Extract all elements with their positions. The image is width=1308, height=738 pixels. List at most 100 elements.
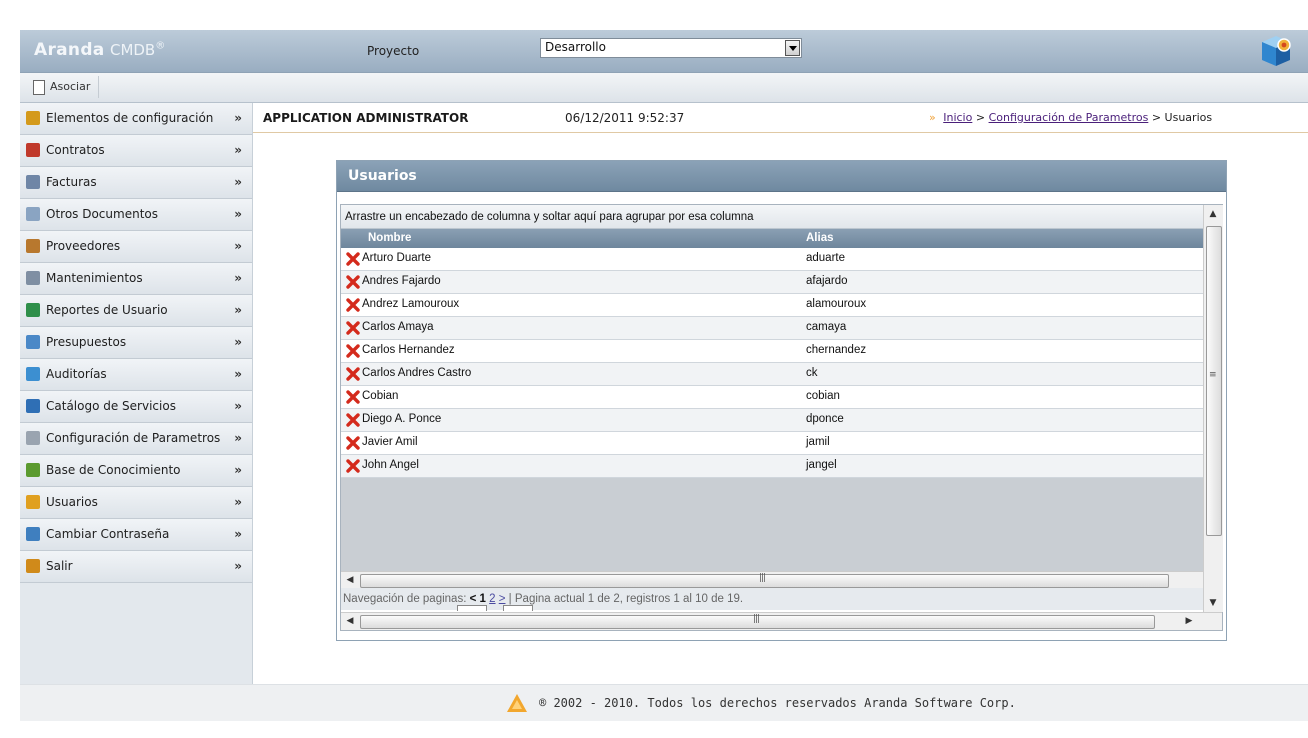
sidebar-item-label: Usuarios bbox=[46, 495, 98, 509]
chevron-down-icon[interactable]: » bbox=[234, 295, 242, 326]
delete-icon[interactable] bbox=[346, 252, 360, 266]
group-by-drop-zone[interactable]: Arrastre un encabezado de columna y solt… bbox=[341, 205, 1203, 229]
chevron-down-icon[interactable]: » bbox=[234, 167, 242, 198]
contract-pen-icon bbox=[26, 143, 40, 157]
delete-icon[interactable] bbox=[346, 436, 360, 450]
grid-vertical-scrollbar[interactable]: ▲ ≡ ▼ bbox=[1203, 205, 1223, 612]
chevron-down-icon[interactable]: » bbox=[234, 327, 242, 358]
scroll-right-icon[interactable]: ▶ bbox=[1181, 613, 1197, 629]
chevron-down-icon[interactable]: » bbox=[234, 359, 242, 390]
sidebar-item-presupuestos[interactable]: Presupuestos » bbox=[20, 327, 252, 359]
current-user: APPLICATION ADMINISTRATOR bbox=[263, 111, 469, 125]
sidebar-item-contratos[interactable]: Contratos » bbox=[20, 135, 252, 167]
chevron-down-icon[interactable]: » bbox=[234, 519, 242, 550]
delete-icon[interactable] bbox=[346, 390, 360, 404]
panel-horizontal-scrollbar[interactable]: ◀ ||| ▶ bbox=[341, 612, 1222, 630]
pager-next[interactable]: > bbox=[499, 593, 506, 605]
sidebar-item-configuracion-parametros[interactable]: Configuración de Parametros » bbox=[20, 423, 252, 455]
table-row[interactable]: Cobian cobian bbox=[341, 386, 1203, 409]
service-catalog-icon bbox=[26, 399, 40, 413]
sidebar-item-otros-documentos[interactable]: Otros Documentos » bbox=[20, 199, 252, 231]
delete-icon[interactable] bbox=[346, 459, 360, 473]
sidebar-item-elementos-configuracion[interactable]: Elementos de configuración » bbox=[20, 103, 252, 135]
aranda-logo-icon bbox=[507, 694, 527, 712]
table-row[interactable]: Javier Amil jamil bbox=[341, 432, 1203, 455]
sidebar-item-usuarios[interactable]: Usuarios » bbox=[20, 487, 252, 519]
chevron-down-icon[interactable]: » bbox=[234, 487, 242, 518]
breadcrumb: » Inicio > Configuración de Parametros >… bbox=[929, 111, 1212, 124]
asociar-label: Asociar bbox=[50, 80, 91, 93]
page-goto-input[interactable] bbox=[503, 605, 533, 611]
table-row[interactable]: Carlos Hernandez chernandez bbox=[341, 340, 1203, 363]
sidebar-item-cambiar-contrasena[interactable]: Cambiar Contraseña » bbox=[20, 519, 252, 551]
project-select-value: Desarrollo bbox=[545, 40, 606, 54]
scroll-left-icon[interactable]: ◀ bbox=[342, 613, 358, 629]
sidebar-item-base-conocimiento[interactable]: Base de Conocimiento » bbox=[20, 455, 252, 487]
chevron-down-icon[interactable]: » bbox=[234, 391, 242, 422]
breadcrumb-link-inicio[interactable]: Inicio bbox=[943, 111, 972, 124]
grid-horizontal-scrollbar[interactable]: ◀ ||| bbox=[341, 571, 1203, 588]
chevron-down-icon[interactable]: » bbox=[234, 263, 242, 294]
footer: ® 2002 - 2010. Todos los derechos reserv… bbox=[20, 684, 1308, 721]
delete-icon[interactable] bbox=[346, 298, 360, 312]
chevron-down-icon[interactable]: » bbox=[234, 551, 242, 582]
project-select[interactable]: Desarrollo bbox=[540, 38, 802, 58]
table-row[interactable]: Arturo Duarte aduarte bbox=[341, 248, 1203, 271]
cell-alias: camaya bbox=[806, 321, 847, 333]
sidebar-item-label: Catálogo de Servicios bbox=[46, 399, 176, 413]
chevron-down-icon[interactable]: » bbox=[234, 455, 242, 486]
pager-page-1[interactable]: 1 bbox=[480, 593, 486, 605]
cell-alias: jangel bbox=[806, 459, 837, 471]
chevron-down-icon[interactable]: » bbox=[234, 103, 242, 134]
sidebar-item-label: Configuración de Parametros bbox=[46, 431, 221, 445]
table-row[interactable]: Carlos Andres Castro ck bbox=[341, 363, 1203, 386]
sidebar-item-label: Proveedores bbox=[46, 239, 121, 253]
breadcrumb-link-configuracion[interactable]: Configuración de Parametros bbox=[989, 111, 1149, 124]
table-row[interactable]: Carlos Amaya camaya bbox=[341, 317, 1203, 340]
scroll-down-icon[interactable]: ▼ bbox=[1205, 595, 1221, 611]
sidebar-item-reportes-usuario[interactable]: Reportes de Usuario » bbox=[20, 295, 252, 327]
delete-icon[interactable] bbox=[346, 275, 360, 289]
breadcrumb-separator: > bbox=[1151, 111, 1162, 124]
pager-prev[interactable]: < bbox=[470, 593, 477, 605]
delete-icon[interactable] bbox=[346, 367, 360, 381]
column-header-alias[interactable]: Alias bbox=[806, 232, 834, 244]
chevron-down-icon[interactable]: » bbox=[234, 231, 242, 262]
chevron-down-icon[interactable] bbox=[785, 40, 800, 56]
scroll-left-icon[interactable]: ◀ bbox=[342, 572, 358, 588]
column-header-nombre[interactable]: Nombre bbox=[368, 232, 411, 244]
cell-alias: chernandez bbox=[806, 344, 867, 356]
delete-icon[interactable] bbox=[346, 344, 360, 358]
sidebar-item-proveedores[interactable]: Proveedores » bbox=[20, 231, 252, 263]
cell-alias: dponce bbox=[806, 413, 844, 425]
table-row[interactable]: John Angel jangel bbox=[341, 455, 1203, 478]
sidebar-menu: Elementos de configuración » Contratos »… bbox=[20, 103, 253, 684]
sidebar-item-facturas[interactable]: Facturas » bbox=[20, 167, 252, 199]
sidebar-item-catalogo-servicios[interactable]: Catálogo de Servicios » bbox=[20, 391, 252, 423]
change-password-icon bbox=[26, 527, 40, 541]
sidebar-item-label: Otros Documentos bbox=[46, 207, 158, 221]
chevron-down-icon[interactable]: » bbox=[234, 423, 242, 454]
sidebar-item-mantenimientos[interactable]: Mantenimientos » bbox=[20, 263, 252, 295]
asociar-button[interactable]: Asociar bbox=[28, 76, 100, 98]
pager-page-2[interactable]: 2 bbox=[489, 593, 495, 605]
sidebar-item-salir[interactable]: Salir » bbox=[20, 551, 252, 583]
sidebar-item-auditorias[interactable]: Auditorías » bbox=[20, 359, 252, 391]
table-row[interactable]: Andrez Lamouroux alamouroux bbox=[341, 294, 1203, 317]
delete-icon[interactable] bbox=[346, 321, 360, 335]
cell-nombre: Arturo Duarte bbox=[362, 252, 432, 264]
scrollbar-thumb[interactable] bbox=[1206, 226, 1222, 536]
page-size-input[interactable] bbox=[457, 605, 487, 611]
chevron-down-icon[interactable]: » bbox=[234, 199, 242, 230]
breadcrumb-arrow-icon: » bbox=[929, 111, 936, 124]
grid-body: Arturo Duarte aduarte Andres Fajardo afajar… bbox=[341, 248, 1203, 478]
delete-icon[interactable] bbox=[346, 413, 360, 427]
chevron-down-icon[interactable]: » bbox=[234, 135, 242, 166]
project-label: Proyecto bbox=[367, 44, 420, 58]
cell-nombre: John Angel bbox=[362, 459, 419, 471]
scroll-up-icon[interactable]: ▲ bbox=[1205, 206, 1221, 222]
grid-empty-area bbox=[341, 478, 1203, 571]
table-row[interactable]: Andres Fajardo afajardo bbox=[341, 271, 1203, 294]
grid-header: Nombre Alias bbox=[341, 229, 1203, 248]
table-row[interactable]: Diego A. Ponce dponce bbox=[341, 409, 1203, 432]
